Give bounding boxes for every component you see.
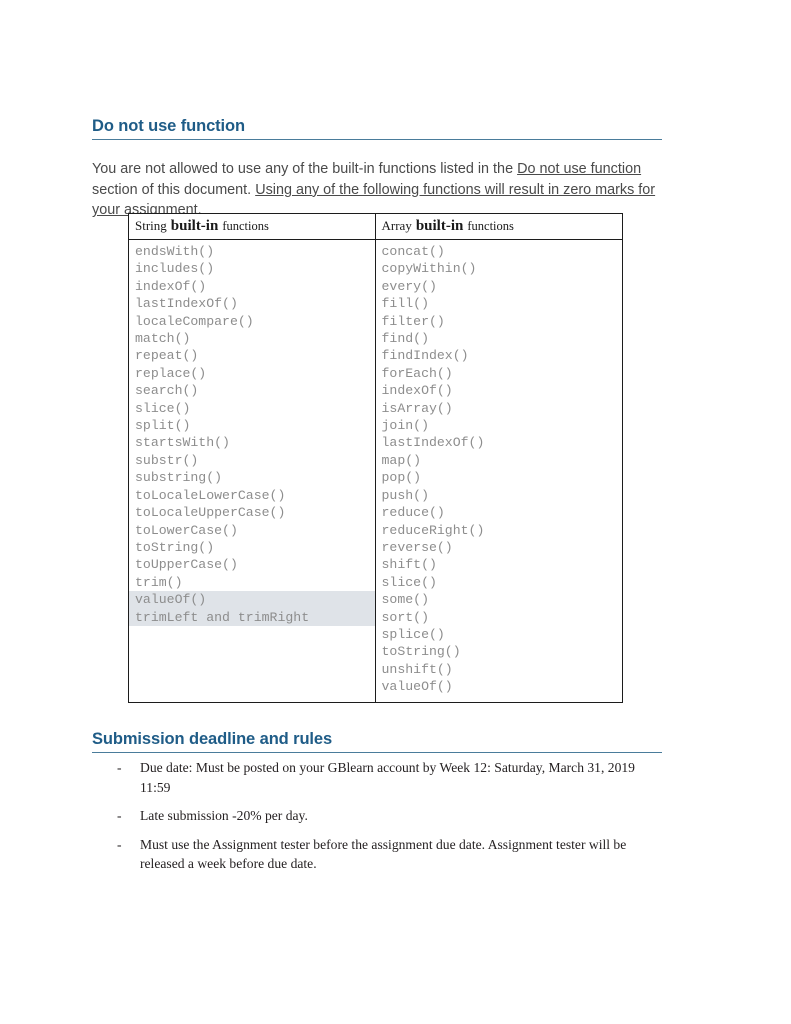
function-list-item: find() xyxy=(381,331,429,347)
function-list-item: sort() xyxy=(381,609,429,625)
table-header-string-builtin-functions: String built-in functions xyxy=(129,214,376,240)
function-list-item: toString() xyxy=(381,644,461,660)
function-list-item: valueOf() xyxy=(129,591,375,609)
function-list-item: reverse() xyxy=(381,539,453,555)
function-list-item: toString() xyxy=(135,539,215,555)
page-title-do-not-use-function: Do not use function xyxy=(92,117,662,140)
list-item-label: Late submission -20% per day. xyxy=(140,808,308,823)
function-list-item: substring() xyxy=(135,470,223,486)
function-list-item: endsWith() xyxy=(135,244,215,259)
function-list-item: reduce() xyxy=(381,505,445,521)
function-list-item: some() xyxy=(381,592,429,608)
table-header-row: String built-in functions Array built-in… xyxy=(129,214,622,240)
intro-text-part2: section of this document. xyxy=(92,181,256,198)
function-list-item: lastIndexOf() xyxy=(381,435,485,451)
intro-text-part1: You are not allowed to use any of the bu… xyxy=(92,161,518,178)
function-list-item: indexOf() xyxy=(135,278,207,294)
string-functions-column: endsWith() includes() indexOf() lastIndexOf… xyxy=(129,240,376,702)
list-item-label: Due date: Must be posted on your GBlearn… xyxy=(140,760,635,795)
document-page: Do not use function You are not allowed … xyxy=(0,0,791,1024)
header-array-builtin-label: built-in xyxy=(415,218,464,234)
submission-rules-list: - Due date: Must be posted on your GBlear… xyxy=(92,758,664,883)
function-list-item: fill() xyxy=(381,296,429,312)
function-list-item: concat() xyxy=(381,244,445,259)
function-list-item: toLocaleLowerCase() xyxy=(135,487,286,503)
function-list-item: isArray() xyxy=(381,400,453,416)
list-item-label: Must use the Assignment tester before th… xyxy=(140,836,627,872)
function-list-item: trimLeft and trimRight xyxy=(129,608,375,626)
function-list-item: forEach() xyxy=(381,365,453,381)
header-string-label: String xyxy=(135,218,167,233)
table-header-array-builtin-functions: Array built-in functions xyxy=(375,214,622,240)
function-list-item: toUpperCase() xyxy=(135,557,238,573)
list-item: - Must use the Assignment tester before t… xyxy=(92,835,664,874)
function-list-item: findIndex() xyxy=(381,348,469,364)
function-list-item: map() xyxy=(381,452,422,468)
function-list-item: splice() xyxy=(381,626,445,642)
function-list-item: lastIndexOf() xyxy=(135,296,238,312)
hyphen-bullet-icon: - xyxy=(117,808,122,823)
header-array-label: Array xyxy=(381,218,412,233)
function-list-item: localeCompare() xyxy=(135,313,254,329)
function-list-item: pop() xyxy=(381,470,422,486)
function-list-item: split() xyxy=(135,418,191,434)
hyphen-bullet-icon: - xyxy=(117,760,122,775)
function-list-item: repeat() xyxy=(135,348,199,364)
function-list-item: toLocaleUpperCase() xyxy=(135,505,286,521)
function-list-item: trim() xyxy=(135,574,183,590)
function-list-item: slice() xyxy=(381,574,437,590)
function-list-item: shift() xyxy=(381,557,437,573)
function-list-item: includes() xyxy=(135,261,215,277)
function-list-item: toLowerCase() xyxy=(135,522,238,538)
intro-paragraph: You are not allowed to use any of the bu… xyxy=(92,159,664,220)
list-item: - Late submission -20% per day. xyxy=(92,806,664,826)
function-list-item: substr() xyxy=(135,452,199,468)
hyphen-bullet-icon: - xyxy=(117,836,122,852)
function-list-item: copyWithin() xyxy=(381,261,477,277)
function-list-item: valueOf() xyxy=(381,679,453,695)
function-list-item: reduceRight() xyxy=(381,522,485,538)
array-functions-column: concat() copyWithin() every() fill() filter(… xyxy=(376,240,623,702)
function-list-item: filter() xyxy=(381,313,445,329)
function-list-item: startsWith() xyxy=(135,435,230,451)
function-list-item: match() xyxy=(135,331,191,347)
table-body-row: endsWith() includes() indexOf() lastIndexOf… xyxy=(129,240,622,702)
function-list-item: join() xyxy=(381,418,429,434)
intro-link-do-not-use-function[interactable]: Do not use function xyxy=(517,161,641,177)
function-list-item: indexOf() xyxy=(381,383,453,399)
builtin-functions-table: String built-in functions Array built-in… xyxy=(128,213,623,703)
page-title-submission-deadline-and-rules: Submission deadline and rules xyxy=(92,730,662,753)
header-string-builtin-label: built-in xyxy=(170,218,219,234)
function-list-item: slice() xyxy=(135,400,191,416)
header-array-functions-label: functions xyxy=(467,219,514,233)
function-list-item: push() xyxy=(381,487,429,503)
header-string-functions-label: functions xyxy=(222,219,269,233)
function-list-item: every() xyxy=(381,278,437,294)
list-item: - Due date: Must be posted on your GBlear… xyxy=(92,758,664,797)
function-list-item: replace() xyxy=(135,365,207,381)
function-list-item: search() xyxy=(135,383,199,399)
function-list-item: unshift() xyxy=(381,661,453,677)
